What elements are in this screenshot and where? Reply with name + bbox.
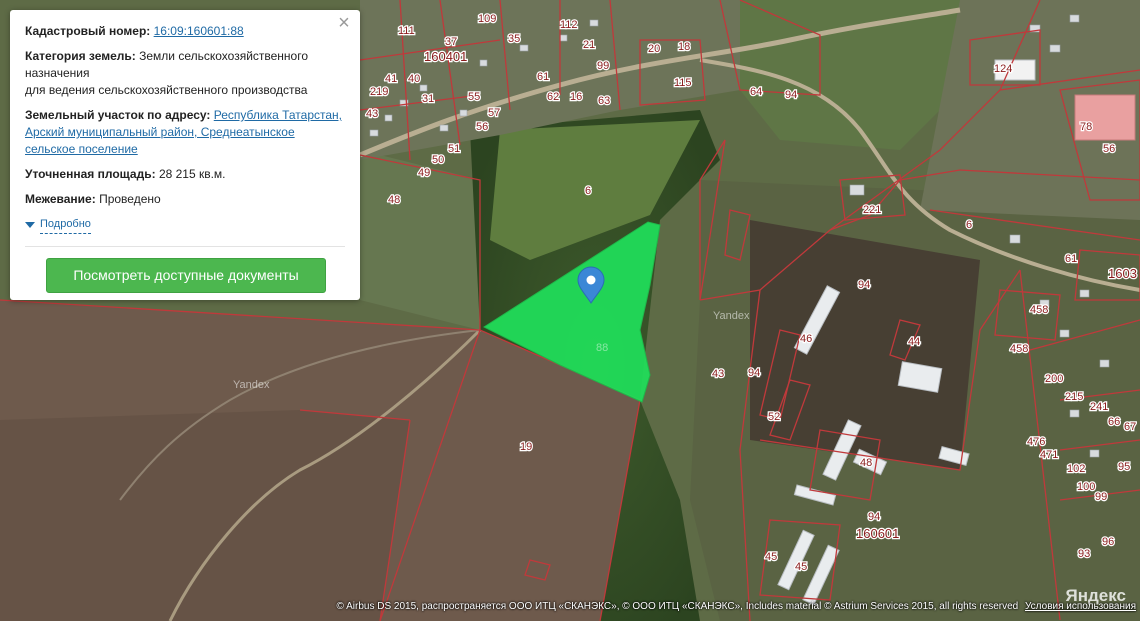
parcel-label: 61 (537, 71, 549, 83)
details-link[interactable]: Подробно (40, 216, 91, 234)
parcel-label: 96 (1102, 536, 1114, 548)
parcel-label: 19 (520, 441, 532, 453)
parcel-label: 56 (1103, 143, 1115, 155)
parcel-label: 43 (712, 368, 724, 380)
parcel-label: 44 (908, 336, 920, 348)
parcel-label: 124 (994, 63, 1012, 75)
parcel-label: 476 (1027, 436, 1045, 448)
area-value: 28 215 кв.м. (158, 167, 226, 181)
parcel-label: 41 (385, 73, 397, 85)
parcel-label: 6 (966, 219, 972, 231)
parcel-label: 94 (858, 279, 870, 291)
parcel-label: 93 (1078, 548, 1090, 560)
parcel-label: 78 (1080, 121, 1092, 133)
parcel-label: 102 (1067, 463, 1085, 475)
parcel-label: 458 (1010, 343, 1028, 355)
parcel-label: 6 (585, 185, 591, 197)
quarter-label: 160401 (424, 49, 467, 64)
close-icon[interactable]: × (336, 13, 352, 33)
parcel-label: 94 (785, 89, 797, 101)
parcel-label: 16 (570, 91, 582, 103)
selected-parcel-label: 88 (596, 342, 608, 354)
parcel-label: 40 (408, 73, 420, 85)
parcel-label: 37 (445, 36, 457, 48)
parcel-label: 94 (748, 367, 760, 379)
parcel-label: 51 (448, 143, 460, 155)
parcel-label: 94 (868, 511, 880, 523)
parcel-info-panel: × Кадастровый номер: 16:09:160601:88 Кат… (10, 10, 360, 300)
farm-area (750, 220, 980, 470)
parcel-label: 35 (508, 33, 520, 45)
parcel-label: 1603 (1108, 266, 1137, 281)
parcel-label: 18 (678, 41, 690, 53)
parcel-label: 99 (597, 60, 609, 72)
map-watermark: Yandex (713, 310, 750, 322)
cadastral-number-link[interactable]: 16:09:160601:88 (154, 24, 244, 38)
parcel-label: 48 (860, 457, 872, 469)
category-value-2: для ведения сельскохозяйственного произв… (25, 83, 308, 97)
details-toggle[interactable]: Подробно (25, 216, 345, 234)
parcel-label: 52 (768, 411, 780, 423)
parcel-label: 458 (1030, 304, 1048, 316)
cadastral-label: Кадастровый номер: (25, 24, 151, 38)
parcel-label: 66 (1108, 416, 1120, 428)
parcel-label: 45 (765, 551, 777, 563)
parcel-label: 67 (1124, 421, 1136, 433)
survey-label: Межевание: (25, 192, 96, 206)
panel-divider (25, 246, 345, 247)
parcel-label: 112 (560, 19, 578, 31)
parcel-label: 215 (1065, 391, 1083, 403)
survey-value: Проведено (99, 192, 161, 206)
parcel-label: 62 (547, 91, 559, 103)
parcel-label: 57 (488, 107, 500, 119)
address-row: Земельный участок по адресу: Республика … (25, 107, 345, 158)
quarter-label: 160601 (856, 526, 899, 541)
parcel-label: 100 (1077, 481, 1095, 493)
parcel-label: 56 (476, 121, 488, 133)
parcel-label: 99 (1095, 491, 1107, 503)
parcel-label: 31 (422, 93, 434, 105)
parcel-label: 61 (1065, 253, 1077, 265)
parcel-label: 109 (478, 13, 496, 25)
parcel-label: 46 (800, 333, 812, 345)
parcel-label: 200 (1045, 373, 1063, 385)
view-documents-button[interactable]: Посмотреть доступные документы (46, 258, 326, 293)
parcel-label: 20 (648, 43, 660, 55)
parcel-label: 221 (863, 204, 881, 216)
parcel-label: 241 (1090, 401, 1108, 413)
area-row: Уточненная площадь: 28 215 кв.м. (25, 166, 345, 183)
survey-row: Межевание: Проведено (25, 191, 345, 208)
map-attribution: © Airbus DS 2015, распространяется ООО И… (337, 601, 1136, 612)
area-label: Уточненная площадь: (25, 167, 156, 181)
parcel-label: 45 (795, 561, 807, 573)
category-row: Категория земель: Земли сельскохозяйстве… (25, 48, 345, 99)
map-watermark: Yandex (233, 379, 270, 391)
parcel-label: 63 (598, 95, 610, 107)
parcel-label: 471 (1040, 449, 1058, 461)
cadastral-row: Кадастровый номер: 16:09:160601:88 (25, 23, 345, 40)
parcel-label: 48 (388, 194, 400, 206)
terms-link[interactable]: Условия использования (1025, 601, 1136, 612)
parcel-label: 115 (674, 77, 692, 89)
address-label: Земельный участок по адресу: (25, 108, 211, 122)
parcel-label: 49 (418, 167, 430, 179)
category-label: Категория земель: (25, 49, 136, 63)
triangle-down-icon (25, 222, 35, 228)
parcel-label: 21 (583, 39, 595, 51)
parcel-label: 50 (432, 154, 444, 166)
parcel-label: 55 (468, 91, 480, 103)
parcel-label: 95 (1118, 461, 1130, 473)
parcel-label: 219 (370, 86, 388, 98)
parcel-label: 43 (366, 108, 378, 120)
parcel-label: 64 (750, 86, 762, 98)
attribution-text: © Airbus DS 2015, распространяется ООО И… (336, 601, 1019, 612)
parcel-label: 111 (398, 25, 415, 37)
